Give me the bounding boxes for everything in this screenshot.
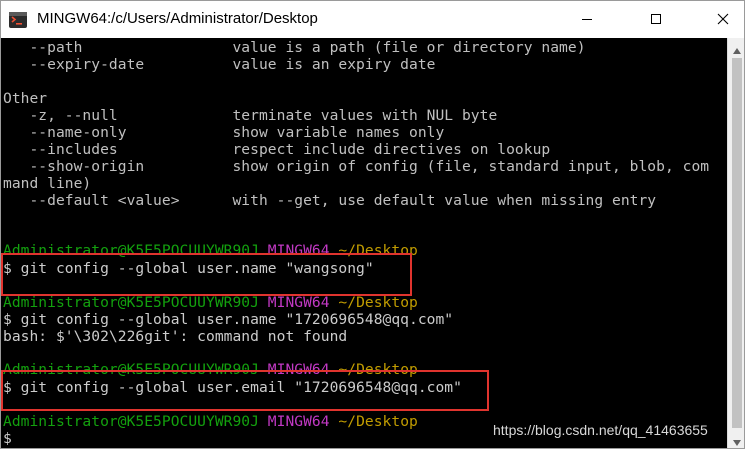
scroll-thumb[interactable] [732,58,742,428]
help-line: --show-origin show origin of config (fil… [3,158,710,175]
chevron-down-icon [733,431,741,449]
highlight-box [1,253,412,296]
prompt-path: ~/Desktop [338,413,418,430]
minimize-icon [581,10,593,29]
help-line: -z, --null terminate values with NUL byt… [3,107,498,124]
scroll-up-button[interactable] [728,39,744,58]
help-line: Other [3,90,48,107]
title-bar[interactable]: MINGW64:/c/Users/Administrator/Desktop [1,1,744,38]
prompt-path: ~/Desktop [338,294,418,311]
close-button[interactable] [700,1,744,38]
watermark: https://blog.csdn.net/qq_41463655 [493,422,708,438]
prompt-line: Administrator@K5E5POCUUYWR90J MINGW64 ~/… [3,294,418,311]
minimize-button[interactable] [564,1,610,38]
help-line: mand line) [3,175,92,192]
prompt-shell: MINGW64 [267,413,330,430]
prompt-shell: MINGW64 [267,294,330,311]
git-bash-window: MINGW64:/c/Users/Administrator/Desktop -… [0,0,745,449]
prompt-user: Administrator@K5E5POCUUYWR90J [3,294,259,311]
help-line: --default <value> with --get, use defaul… [3,192,657,209]
error-output: bash: $'\302\226git': command not found [3,328,348,345]
close-icon [717,10,729,29]
help-line: --name-only show variable names only [3,124,445,141]
help-line: --includes respect include directives on… [3,141,551,158]
git-bash-icon [8,10,28,30]
terminal-output[interactable]: --path value is a path (file or director… [1,38,727,448]
window-title: MINGW64:/c/Users/Administrator/Desktop [37,10,318,27]
command-line: $ git config --global user.name "1720696… [3,311,454,328]
maximize-button[interactable] [633,1,679,38]
scroll-down-button[interactable] [728,431,744,449]
chevron-up-icon [733,39,741,58]
prompt-line: Administrator@K5E5POCUUYWR90J MINGW64 ~/… [3,413,418,430]
help-line: --path value is a path (file or director… [3,39,586,56]
highlight-box [1,370,489,411]
help-line: --expiry-date value is an expiry date [3,56,436,73]
vertical-scrollbar[interactable] [727,38,744,449]
maximize-icon [650,10,662,29]
prompt-user: Administrator@K5E5POCUUYWR90J [3,413,259,430]
command-line: $ [3,430,12,447]
